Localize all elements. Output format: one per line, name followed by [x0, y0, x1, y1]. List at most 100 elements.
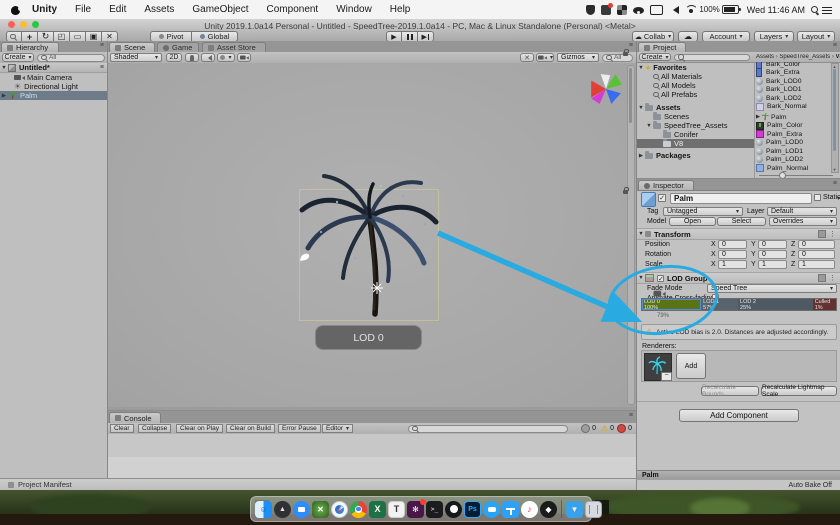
static-checkbox[interactable]: [814, 194, 821, 201]
dock-text-app-icon[interactable]: T: [388, 501, 405, 518]
remove-renderer-button[interactable]: −: [661, 372, 672, 381]
file-palm-lod1[interactable]: Palm_LOD1: [755, 147, 840, 156]
status-app-badge-icon[interactable]: [601, 5, 611, 15]
file-palm-color[interactable]: Palm_Color: [755, 122, 840, 131]
file-palm-model[interactable]: ▶ Palm: [755, 113, 840, 122]
scene-foldout-icon[interactable]: ▼: [0, 65, 8, 71]
hierarchy-search-input[interactable]: All: [37, 54, 105, 62]
project-create-button[interactable]: Create ▾: [639, 53, 671, 61]
dock-github-icon[interactable]: [445, 501, 462, 518]
file-bark-lod1[interactable]: Bark_LOD1: [755, 86, 840, 95]
project-scrollbar[interactable]: ▲ ▼: [831, 63, 839, 173]
console-search-input[interactable]: [408, 425, 568, 433]
project-scenes-folder[interactable]: Scenes: [637, 112, 754, 121]
file-palm-lod2[interactable]: Palm_LOD2: [755, 156, 840, 165]
lighting-toggle-button[interactable]: [185, 53, 199, 62]
menu-assets[interactable]: Assets: [144, 4, 174, 15]
preview-bar[interactable]: Palm: [636, 470, 840, 479]
status-checker-icon[interactable]: [617, 5, 627, 15]
menu-window[interactable]: Window: [336, 4, 372, 15]
dock-music-icon[interactable]: ♪: [521, 501, 538, 518]
tab-asset-store[interactable]: Asset Store: [202, 42, 266, 52]
menu-component[interactable]: Component: [267, 4, 319, 15]
audio-toggle-button[interactable]: [201, 53, 215, 62]
lod-group-header[interactable]: ▼ ✓ LOD Group ⋮: [637, 272, 840, 284]
transform-header[interactable]: ▼ Transform ⋮: [637, 228, 840, 240]
zoom-window-button[interactable]: [32, 21, 39, 28]
dock-launchpad-icon[interactable]: ▲: [274, 501, 291, 518]
dock-developer-tool-icon[interactable]: ✕: [312, 501, 329, 518]
shading-mode-dropdown[interactable]: Shaded ▾: [110, 53, 162, 62]
project-assets-folder[interactable]: ▼ Assets: [637, 103, 754, 112]
volume-icon[interactable]: [669, 6, 679, 14]
lock-icon[interactable]: [623, 187, 629, 194]
status-shield-icon[interactable]: [586, 5, 595, 15]
scale-x-field[interactable]: 1: [718, 260, 747, 269]
file-palm-normal[interactable]: Palm_Normal: [755, 164, 840, 172]
menubar-clock[interactable]: Wed 11:46 AM: [747, 5, 805, 15]
file-bark-lod2[interactable]: Bark_LOD2: [755, 94, 840, 103]
project-fav-all-models[interactable]: All Models: [637, 81, 754, 90]
fade-mode-dropdown[interactable]: Speed Tree▾: [707, 284, 837, 293]
object-name-field[interactable]: Palm: [670, 193, 812, 204]
console-warning-toggle[interactable]: ⚠ 0: [601, 424, 614, 433]
file-palm-lod0[interactable]: Palm_LOD0: [755, 139, 840, 148]
file-bark-normal[interactable]: Bark_Normal: [755, 103, 840, 112]
scale-z-field[interactable]: 1: [798, 260, 835, 269]
camera-dropdown-button[interactable]: ▾: [536, 53, 554, 62]
menu-edit[interactable]: Edit: [109, 4, 126, 15]
breadcrumb-assets[interactable]: Assets: [756, 54, 774, 60]
renderer-thumbnail[interactable]: −: [644, 353, 672, 381]
apple-menu-icon[interactable]: [10, 4, 21, 15]
tab-hierarchy[interactable]: Hierarchy: [1, 42, 59, 52]
position-x-field[interactable]: 0: [718, 240, 747, 249]
project-search-input[interactable]: [674, 54, 750, 61]
breadcrumb-speedtree[interactable]: SpeedTree_Assets: [779, 54, 830, 60]
add-component-button[interactable]: Add Component: [679, 409, 799, 422]
dock-keynote-icon[interactable]: [502, 501, 519, 518]
tag-dropdown[interactable]: Untagged▾: [663, 207, 743, 216]
position-z-field[interactable]: 0: [798, 240, 835, 249]
project-fav-all-prefabs[interactable]: All Prefabs: [637, 90, 754, 99]
presets-icon[interactable]: [818, 274, 826, 282]
auto-bake-bar[interactable]: Auto Bake Off: [636, 479, 840, 490]
console-error-pause-button[interactable]: Error Pause: [278, 424, 321, 433]
scene-orientation-gizmo[interactable]: [588, 71, 624, 107]
panel-menu-icon[interactable]: ≡: [100, 42, 104, 49]
project-packages[interactable]: ▶ Packages: [637, 151, 754, 160]
position-y-field[interactable]: 0: [758, 240, 787, 249]
dock-finder-icon[interactable]: ☺: [255, 501, 272, 518]
lod-segment-1[interactable]: LOD 1 57%: [701, 299, 738, 310]
project-speedtree-folder[interactable]: ▼ SpeedTree_Assets: [637, 121, 754, 130]
status-display-icon[interactable]: [650, 5, 663, 15]
panel-menu-icon[interactable]: ≡: [629, 412, 633, 419]
console-detail-pane[interactable]: [108, 457, 636, 479]
presets-icon[interactable]: [818, 230, 826, 238]
scene-menu-icon[interactable]: ≡: [100, 64, 104, 71]
project-fav-all-materials[interactable]: All Materials: [637, 72, 754, 81]
scene-camera-settings-button[interactable]: [237, 53, 251, 62]
panel-menu-icon[interactable]: ≡: [629, 42, 633, 49]
panel-menu-icon[interactable]: ≡: [833, 42, 837, 49]
menu-gameobject[interactable]: GameObject: [192, 4, 248, 15]
console-info-toggle[interactable]: 0: [581, 424, 596, 433]
recalculate-bounds-button[interactable]: Recalculate Bounds: [701, 386, 759, 396]
add-renderer-button[interactable]: Add: [676, 353, 706, 379]
dock-safari-icon[interactable]: [331, 501, 348, 518]
console-editor-dropdown[interactable]: Editor▾: [322, 424, 353, 433]
dock-chat-icon[interactable]: [483, 501, 500, 518]
model-open-button[interactable]: Open: [669, 217, 716, 226]
dock-downloads-icon[interactable]: ▼: [566, 501, 583, 518]
lod-bar[interactable]: LOD 0 100% LOD 1 57% LOD 2 25% Culled 1%: [641, 298, 837, 311]
console-clear-button[interactable]: Clear: [110, 424, 134, 433]
console-clear-on-play-button[interactable]: Clear on Play: [176, 424, 223, 433]
menu-file[interactable]: File: [75, 4, 91, 15]
file-palm-extra[interactable]: Palm_Extra: [755, 130, 840, 139]
status-eye-icon[interactable]: [633, 7, 644, 14]
dock-chrome-icon[interactable]: [350, 501, 367, 518]
close-window-button[interactable]: [8, 21, 15, 28]
notification-center-icon[interactable]: [822, 6, 832, 15]
tab-console[interactable]: Console: [109, 412, 161, 423]
model-select-button[interactable]: Select: [717, 217, 766, 226]
dock-slack-icon[interactable]: ✻: [407, 501, 424, 518]
